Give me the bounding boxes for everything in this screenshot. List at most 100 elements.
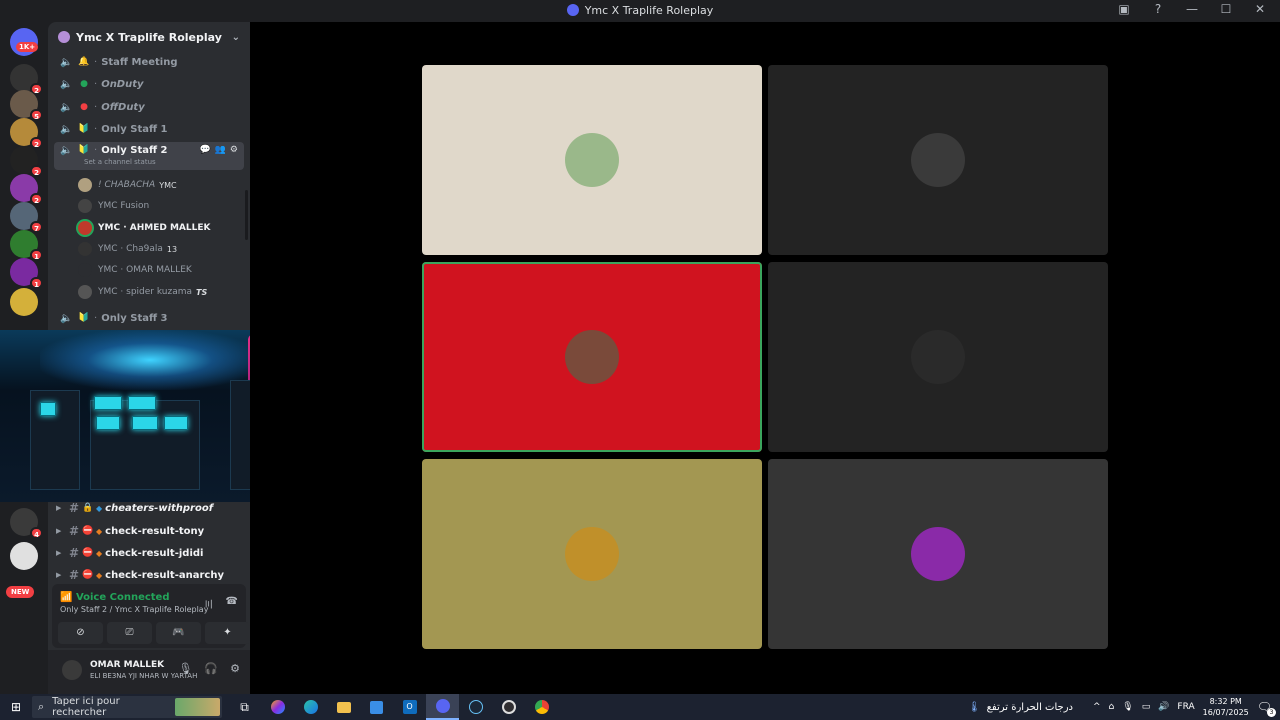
server-icon[interactable]: 2 <box>10 64 43 95</box>
diamond-icon: ◆ <box>96 526 103 536</box>
gear-icon[interactable]: ⚙ <box>230 145 238 155</box>
text-channel-check-result-tony[interactable]: ▶ # ⛔ ◆ check-result-tony <box>54 520 244 542</box>
maximize-button[interactable]: ☐ <box>1218 2 1234 16</box>
window-title: Ymc X Traplife Roleplay <box>0 4 1280 17</box>
arcade-screen <box>128 396 156 410</box>
voice-member[interactable]: ! CHABACHA YMC <box>78 175 243 195</box>
minimize-button[interactable]: — <box>1184 2 1200 16</box>
channel-name: Only Staff 1 <box>101 123 168 135</box>
chevron-down-icon[interactable]: ⌄ <box>232 32 240 43</box>
voice-member-speaking[interactable]: YMC · AHMED MALLEK <box>78 218 243 238</box>
screen-share-button[interactable]: ⎚ <box>107 622 152 644</box>
sidebar-scrollbar[interactable] <box>245 190 248 240</box>
voice-controls: 〣 ☎ <box>204 596 238 611</box>
server-icon[interactable] <box>10 288 38 316</box>
network-icon[interactable]: ⌂ <box>1109 702 1115 712</box>
voice-member[interactable]: YMC · spider kuzama TS <box>78 282 243 302</box>
task-view-icon[interactable]: ⧉ <box>228 694 261 720</box>
help-icon[interactable]: ? <box>1150 2 1166 16</box>
user-avatar[interactable] <box>62 660 82 680</box>
title-bar: Ymc X Traplife Roleplay ▣ ? — ☐ ✕ <box>0 0 1280 22</box>
display-icon[interactable]: ▭ <box>1142 702 1151 712</box>
voice-channel-staff-meeting[interactable]: 🔈 🔔 · Staff Meeting <box>54 52 244 72</box>
voice-channel-onduty[interactable]: 🔈 ● · OnDuty <box>54 74 244 94</box>
voice-activity-buttons: ⊘ ⎚ 🎮 ✦ <box>58 622 250 644</box>
windows-start-icon[interactable]: ⊞ <box>0 700 32 714</box>
camera-off-button[interactable]: ⊘ <box>58 622 103 644</box>
steam-icon[interactable] <box>459 694 492 720</box>
participant-tile[interactable] <box>768 262 1108 452</box>
clock[interactable]: 8:32 PM 16/07/2025 <box>1203 696 1249 718</box>
chevron-up-icon[interactable]: ^ <box>1093 702 1101 712</box>
server-icon[interactable]: 2 <box>10 118 43 149</box>
chat-icon[interactable]: 💬 <box>199 145 210 155</box>
caret-icon: ▶ <box>56 504 62 512</box>
chrome-icon[interactable] <box>525 694 558 720</box>
voice-member[interactable]: YMC · OMAR MALLEK <box>78 260 243 280</box>
soundboard-button[interactable]: ✦ <box>205 622 250 644</box>
beginner-icon: 🔰 <box>78 313 90 323</box>
user-name[interactable]: OMAR MALLEK <box>90 660 164 670</box>
volume-icon[interactable]: 🔊 <box>1158 702 1169 712</box>
voice-status[interactable]: 📶 Voice Connected <box>60 592 170 603</box>
mic-tray-icon[interactable]: 🎙 <box>1122 702 1133 712</box>
voice-member[interactable]: YMC Fusion <box>78 196 243 216</box>
voice-channel-offduty[interactable]: 🔈 ● · OffDuty <box>54 97 244 117</box>
edge-icon[interactable] <box>294 694 327 720</box>
copilot-icon[interactable] <box>261 694 294 720</box>
voice-channel-only-staff-1[interactable]: 🔈 🔰 · Only Staff 1 <box>54 119 244 139</box>
invite-icon[interactable]: 👥 <box>215 145 226 155</box>
voice-member[interactable]: YMC · Cha9ala 13 <box>78 239 243 259</box>
lock-icon: 🔒 <box>82 503 94 513</box>
hash-icon: # <box>68 524 80 538</box>
caret-icon: ▶ <box>56 549 62 557</box>
server-icon[interactable]: 2 <box>10 146 43 177</box>
avatar <box>78 199 92 213</box>
gear-icon[interactable]: ⚙ <box>230 662 240 675</box>
participant-tile[interactable] <box>422 65 762 255</box>
participant-tile[interactable] <box>422 459 762 649</box>
arcade-cabinet <box>90 400 200 490</box>
file-explorer-icon[interactable] <box>327 694 360 720</box>
mention-badge: 7 <box>30 221 43 233</box>
disconnect-icon[interactable]: ☎ <box>226 596 238 611</box>
home-badge: 1K+ <box>16 42 39 52</box>
notification-icon[interactable]: 🗨 3 <box>1257 700 1276 717</box>
taskbar-search[interactable]: ⌕ Taper ici pour rechercher <box>32 696 222 718</box>
server-icon[interactable]: 1 <box>10 258 43 289</box>
caret-icon: ▶ <box>56 527 62 535</box>
text-channel-check-result-jdidi[interactable]: ▶ # ⛔ ◆ check-result-jdidi <box>54 542 244 564</box>
participant-tile[interactable] <box>768 65 1108 255</box>
noise-suppression-icon[interactable]: 〣 <box>204 596 214 611</box>
headphones-icon[interactable]: 🎧 <box>204 662 218 675</box>
keyboard-language[interactable]: FRA <box>1177 702 1194 712</box>
obs-icon[interactable] <box>492 694 525 720</box>
weather-widget[interactable]: 🌡 درجات الحرارة ترتفع <box>968 702 1073 713</box>
guild-header[interactable]: Ymc X Traplife Roleplay ⌄ <box>48 22 250 52</box>
inbox-icon[interactable]: ▣ <box>1116 2 1132 16</box>
windows-taskbar: ⊞ ⌕ Taper ici pour rechercher ⧉ O 🌡 درجا… <box>0 694 1280 720</box>
voice-location[interactable]: Only Staff 2 / Ymc X Traplife Roleplay <box>60 605 208 614</box>
text-channel-check-result-anarchy[interactable]: ▶ # ⛔ ◆ check-result-anarchy <box>54 564 244 586</box>
voice-channel-only-staff-2[interactable]: 🔈 🔰 · Only Staff 2 Set a channel status … <box>54 142 244 170</box>
server-icon[interactable]: 7 <box>10 202 43 233</box>
hash-icon: # <box>68 546 80 560</box>
guild-icon <box>58 31 70 43</box>
microphone-icon[interactable]: 🎙 <box>178 662 192 675</box>
server-icon[interactable]: 1 <box>10 230 43 261</box>
server-icon[interactable] <box>10 542 38 570</box>
participant-tile[interactable] <box>422 262 762 452</box>
server-icon[interactable]: 5 <box>10 90 43 121</box>
close-button[interactable]: ✕ <box>1252 2 1268 16</box>
discord-icon[interactable] <box>426 694 459 720</box>
voice-channel-only-staff-3[interactable]: 🔈 🔰 · Only Staff 3 <box>54 308 244 328</box>
participant-tile[interactable] <box>768 459 1108 649</box>
store-icon[interactable] <box>360 694 393 720</box>
mention-badge: 4 <box>30 527 43 539</box>
server-icon[interactable]: 4 <box>10 508 43 539</box>
server-icon[interactable]: 2 <box>10 174 43 205</box>
outlook-icon[interactable]: O <box>393 694 426 720</box>
activities-button[interactable]: 🎮 <box>156 622 201 644</box>
avatar <box>78 285 92 299</box>
channel-status-placeholder[interactable]: Set a channel status <box>84 158 156 166</box>
